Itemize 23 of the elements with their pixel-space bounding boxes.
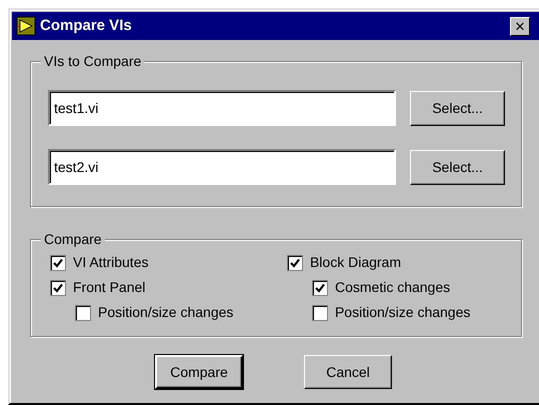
file-path-field[interactable]: test1.vi	[48, 90, 396, 126]
checkbox-label: Front Panel	[73, 278, 146, 297]
checkbox-label: VI Attributes	[73, 253, 148, 272]
checkbox[interactable]	[50, 280, 66, 296]
file-path-field[interactable]: test2.vi	[48, 149, 396, 185]
close-button[interactable]: ×	[510, 16, 530, 36]
checkbox[interactable]	[75, 304, 91, 320]
checkbox[interactable]	[312, 304, 328, 320]
checkbox-label: Position/size changes	[334, 303, 470, 322]
checkbox-label: Block Diagram	[310, 253, 401, 272]
group-title: Compare	[41, 231, 105, 247]
checkbox[interactable]	[312, 280, 328, 296]
dialog-button[interactable]: Compare	[155, 355, 243, 389]
select-button[interactable]: Select...	[410, 150, 505, 184]
checkbox-label: Position/size changes	[98, 303, 234, 322]
checkbox[interactable]	[286, 254, 303, 270]
window-title: Compare VIs	[40, 16, 132, 36]
group-title: VIs to Compare	[41, 53, 144, 69]
checkbox-label: Cosmetic changes	[334, 278, 450, 297]
dialog-button[interactable]: Cancel	[304, 355, 392, 389]
select-button[interactable]: Select...	[410, 90, 505, 126]
labview-icon	[16, 16, 36, 36]
checkbox[interactable]	[50, 254, 66, 270]
